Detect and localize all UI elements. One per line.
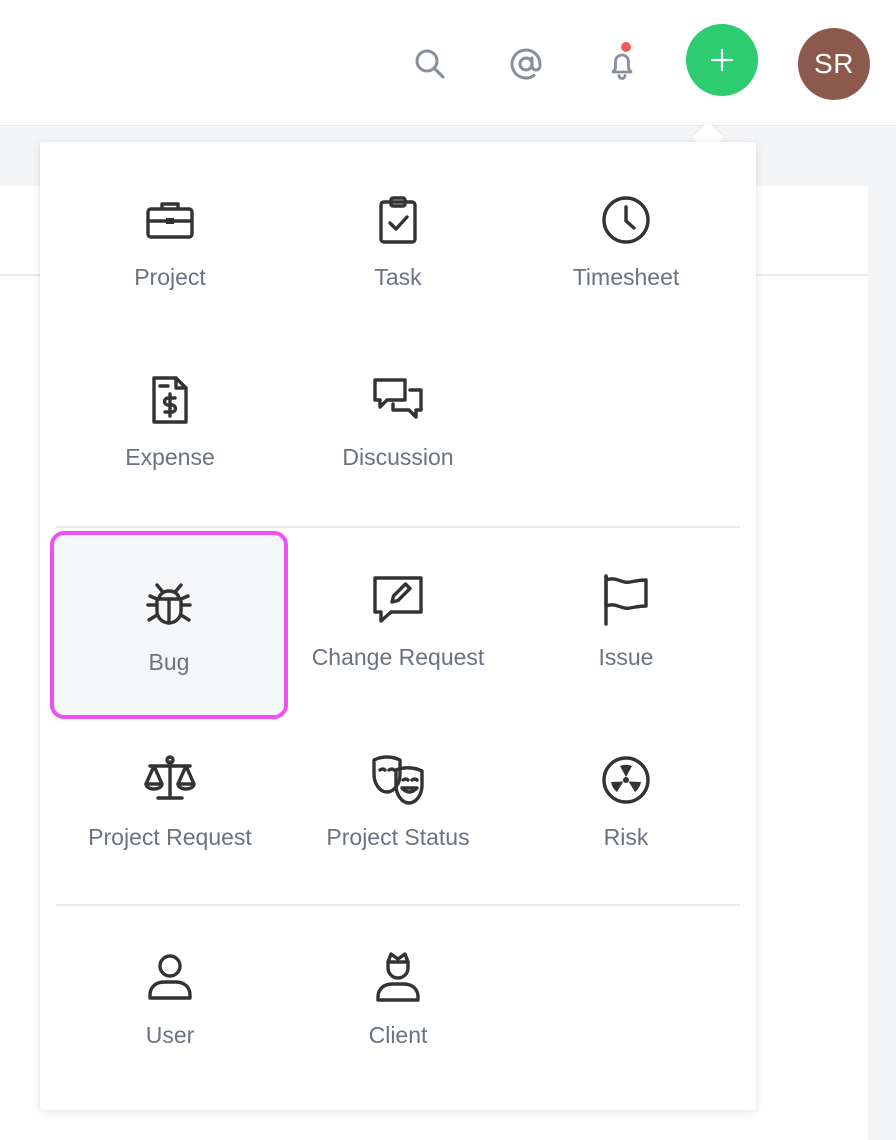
mention-icon[interactable]	[498, 36, 554, 92]
clipboard-check-icon	[368, 190, 428, 250]
menu-item-client[interactable]: Client	[280, 904, 516, 1090]
add-new-button[interactable]	[686, 24, 758, 96]
bell-icon[interactable]	[594, 36, 650, 92]
menu-item-change-request[interactable]: Change Request	[280, 526, 516, 712]
chat-bubbles-icon	[368, 370, 428, 430]
search-icon[interactable]	[402, 36, 458, 92]
menu-item-label: Timesheet	[572, 264, 680, 290]
scales-icon	[140, 750, 200, 810]
menu-item-label: Expense	[125, 444, 215, 470]
menu-item-label: User	[145, 1022, 195, 1048]
menu-item-label: Change Request	[311, 644, 485, 670]
menu-item-project-request[interactable]: Project Request	[52, 706, 288, 892]
briefcase-icon	[140, 190, 200, 250]
avatar[interactable]: SR	[798, 28, 870, 100]
edit-message-icon	[368, 570, 428, 630]
menu-item-project-status[interactable]: Project Status	[280, 706, 516, 892]
menu-item-task[interactable]: Task	[280, 146, 516, 332]
menu-item-risk[interactable]: Risk	[508, 706, 744, 892]
menu-item-timesheet[interactable]: Timesheet	[508, 146, 744, 332]
menu-item-label: Client	[368, 1022, 428, 1048]
menu-item-bug[interactable]: Bug	[50, 531, 288, 719]
menu-item-label: Bug	[148, 649, 190, 675]
menu-item-expense[interactable]: Expense	[52, 326, 288, 512]
dollar-file-icon	[140, 370, 200, 430]
radiation-icon	[596, 750, 656, 810]
menu-item-label: Risk	[603, 824, 649, 850]
menu-item-label: Task	[374, 264, 422, 290]
clock-icon	[596, 190, 656, 250]
menu-item-label: Project Status	[326, 824, 470, 850]
menu-item-discussion[interactable]: Discussion	[280, 326, 516, 512]
menu-item-label: Discussion	[342, 444, 454, 470]
flag-icon	[596, 570, 656, 630]
bug-icon	[139, 575, 199, 635]
notification-dot	[621, 42, 631, 52]
menu-item-issue[interactable]: Issue	[508, 526, 744, 712]
menu-item-label: Project Request	[88, 824, 252, 850]
user-icon	[140, 948, 200, 1008]
menu-item-label: Issue	[598, 644, 654, 670]
menu-item-label: Project	[134, 264, 206, 290]
menu-item-user[interactable]: User	[52, 904, 288, 1090]
plus-icon	[710, 48, 734, 72]
menu-item-project[interactable]: Project	[52, 146, 288, 332]
top-bar: SR	[0, 0, 896, 126]
theater-masks-icon	[368, 750, 428, 810]
crowned-user-icon	[368, 948, 428, 1008]
create-menu-dropdown: Project Task Timesheet Expense Discussio…	[40, 142, 756, 1110]
